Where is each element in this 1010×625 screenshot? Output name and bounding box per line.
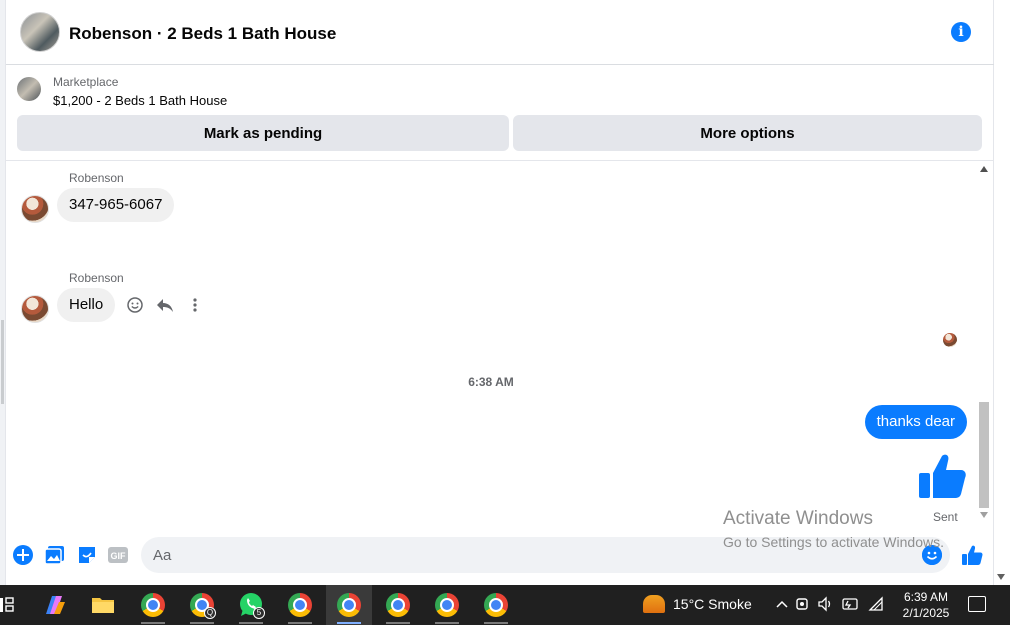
- notification-icon[interactable]: [968, 596, 986, 612]
- message-list: Robenson 347-965-6067 Robenson Hello 6:3…: [6, 162, 976, 524]
- weather-text: 15°C Smoke: [673, 596, 752, 612]
- chrome-icon: [435, 593, 459, 617]
- chat-window: Robenson · 2 Beds 1 Bath House i Marketp…: [5, 0, 994, 585]
- running-indicator: [288, 622, 312, 624]
- running-indicator: [239, 622, 263, 624]
- listing-source: Marketplace: [53, 75, 119, 89]
- chrome-icon: [288, 593, 312, 617]
- weather-icon: [643, 595, 665, 613]
- message-input[interactable]: Aa: [141, 537, 950, 573]
- scroll-down-icon[interactable]: [980, 512, 988, 518]
- listing-avatar[interactable]: [20, 12, 60, 52]
- chrome-app[interactable]: [130, 585, 176, 625]
- copilot-app[interactable]: [31, 585, 77, 625]
- weather-widget[interactable]: 15°C Smoke: [643, 595, 752, 613]
- clock-time: 6:39 AM: [903, 590, 949, 604]
- whatsapp-app[interactable]: 5: [228, 585, 274, 625]
- sender-avatar[interactable]: [21, 295, 49, 323]
- meet-now-icon[interactable]: [796, 596, 810, 615]
- seen-by-avatar: [943, 333, 957, 347]
- composer-bar: GIF Aa: [6, 532, 994, 578]
- battery-icon[interactable]: [842, 596, 860, 615]
- chrome-profile-app[interactable]: Q: [179, 585, 225, 625]
- folder-icon: [92, 598, 114, 613]
- info-icon[interactable]: i: [951, 22, 971, 42]
- wifi-icon[interactable]: [868, 596, 884, 615]
- message-scrollbar[interactable]: [977, 162, 991, 524]
- emoji-icon[interactable]: [922, 545, 942, 565]
- mark-as-pending-button[interactable]: Mark as pending: [17, 115, 509, 151]
- listing-description[interactable]: $1,200 - 2 Beds 1 Bath House: [53, 93, 227, 108]
- react-emoji-icon[interactable]: [126, 296, 144, 314]
- profile-badge: Q: [204, 607, 216, 619]
- screen: Robenson · 2 Beds 1 Bath House i Marketp…: [0, 0, 1010, 625]
- copilot-icon: [46, 596, 65, 614]
- running-indicator: [386, 622, 410, 624]
- volume-icon[interactable]: [818, 596, 834, 615]
- scroll-up-icon[interactable]: [980, 166, 988, 172]
- incoming-message-bubble[interactable]: Hello: [57, 288, 116, 322]
- chrome-app[interactable]: [473, 585, 519, 625]
- chrome-app[interactable]: [277, 585, 323, 625]
- more-options-button[interactable]: More options: [513, 115, 982, 151]
- running-indicator: [141, 622, 165, 624]
- message-timestamp: 6:38 AM: [468, 375, 514, 389]
- chrome-app[interactable]: [375, 585, 421, 625]
- thumbs-up-sticker-icon[interactable]: [917, 451, 967, 501]
- scroll-thumb[interactable]: [979, 402, 989, 508]
- chrome-app[interactable]: [424, 585, 470, 625]
- message-input-placeholder: Aa: [153, 547, 172, 564]
- chrome-icon: [484, 593, 508, 617]
- sender-name: Robenson: [69, 171, 124, 185]
- gif-label: GIF: [111, 551, 127, 561]
- system-tray: [776, 596, 884, 615]
- delivery-status: Sent: [933, 510, 958, 524]
- chrome-icon: [141, 593, 165, 617]
- background-scrollbar: [1, 320, 4, 404]
- sticker-icon[interactable]: [76, 544, 98, 566]
- chrome-icon: [386, 593, 410, 617]
- unread-count-badge: 5: [253, 607, 265, 619]
- clock-date: 2/1/2025: [902, 606, 950, 620]
- task-view-icon[interactable]: [0, 596, 14, 614]
- running-indicator: [484, 622, 508, 624]
- file-explorer-app[interactable]: [80, 585, 126, 625]
- sender-avatar[interactable]: [21, 195, 49, 223]
- listing-panel: Marketplace $1,200 - 2 Beds 1 Bath House…: [6, 65, 994, 161]
- chat-header: Robenson · 2 Beds 1 Bath House i: [6, 0, 994, 65]
- chevron-up-icon[interactable]: [776, 596, 788, 615]
- running-indicator: [435, 622, 459, 624]
- plus-icon[interactable]: [12, 544, 34, 566]
- windows-taskbar: Q 5 15°C Smoke 6:39 AM 2/1/2025: [0, 585, 1010, 625]
- listing-thumbnail[interactable]: [17, 77, 41, 101]
- reply-icon[interactable]: [156, 296, 174, 314]
- thumbs-up-icon[interactable]: [961, 544, 983, 566]
- photo-icon[interactable]: [44, 544, 66, 566]
- incoming-message-bubble[interactable]: 347-965-6067: [57, 188, 175, 222]
- chrome-icon: [337, 593, 361, 617]
- running-indicator: [190, 622, 214, 624]
- more-vertical-icon[interactable]: [186, 296, 204, 314]
- running-indicator: [337, 622, 361, 624]
- outgoing-message-bubble[interactable]: thanks dear: [864, 405, 967, 439]
- chat-title[interactable]: Robenson · 2 Beds 1 Bath House: [69, 24, 336, 44]
- message-actions: [126, 296, 204, 314]
- system-clock[interactable]: 6:39 AM 2/1/2025: [898, 589, 954, 621]
- page-scroll-down-icon[interactable]: [997, 574, 1005, 580]
- gif-icon[interactable]: GIF: [107, 544, 129, 566]
- chrome-app-active[interactable]: [326, 585, 372, 625]
- sender-name: Robenson: [69, 271, 124, 285]
